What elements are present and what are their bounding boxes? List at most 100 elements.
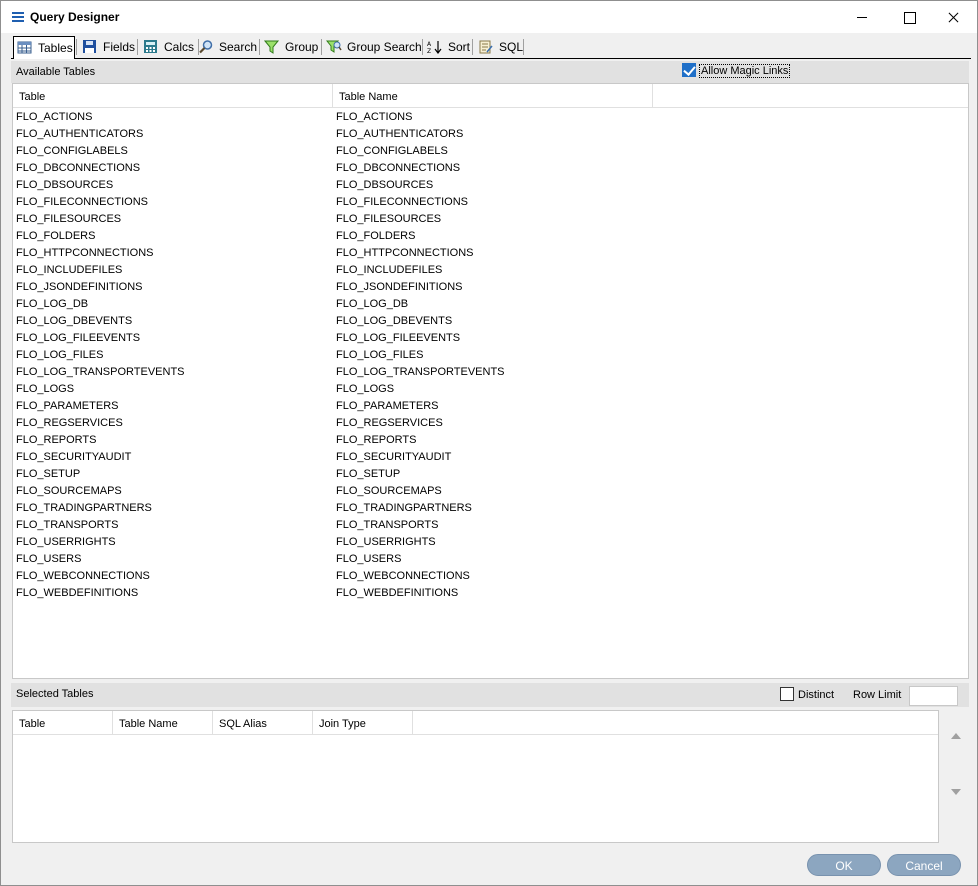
table-cell: FLO_WEBDEFINITIONS — [16, 587, 139, 599]
allow-magic-links-checkbox[interactable] — [682, 63, 696, 77]
tab-calcs-label: Calcs — [164, 40, 195, 54]
tab-tables-label: Tables — [38, 41, 73, 55]
column-header-sql-alias[interactable]: SQL Alias — [213, 711, 313, 735]
table-row[interactable]: FLO_REPORTS FLO_REPORTS — [13, 432, 968, 449]
table-row[interactable]: FLO_DBSOURCES FLO_DBSOURCES — [13, 177, 968, 194]
tab-fields[interactable]: Fields — [79, 36, 137, 58]
save-icon — [82, 40, 98, 54]
table-name-cell: FLO_AUTHENTICATORS — [336, 128, 464, 140]
filter-search-icon — [325, 40, 342, 54]
tab-sort[interactable]: AZ Sort — [424, 36, 476, 58]
table-row[interactable]: FLO_DBCONNECTIONS FLO_DBCONNECTIONS — [13, 160, 968, 177]
table-name-cell: FLO_REPORTS — [336, 434, 417, 446]
calculator-icon — [143, 40, 159, 54]
distinct-label: Distinct — [798, 689, 835, 701]
table-name-cell: FLO_USERS — [336, 553, 402, 565]
table-row[interactable]: FLO_LOG_FILEEVENTS FLO_LOG_FILEEVENTS — [13, 330, 968, 347]
row-limit-input[interactable] — [909, 686, 958, 706]
move-up-icon[interactable] — [951, 733, 961, 739]
table-name-cell: FLO_DBSOURCES — [336, 179, 434, 191]
table-row[interactable]: FLO_PARAMETERS FLO_PARAMETERS — [13, 398, 968, 415]
tab-group-search-label: Group Search — [347, 40, 422, 54]
column-header-table[interactable]: Table — [13, 711, 113, 735]
toolbar-divider — [523, 39, 524, 55]
table-row[interactable]: FLO_LOG_DBEVENTS FLO_LOG_DBEVENTS — [13, 313, 968, 330]
ok-button[interactable]: OK — [807, 854, 881, 876]
table-cell: FLO_LOG_FILEEVENTS — [16, 332, 141, 344]
allow-magic-links-label[interactable]: Allow Magic Links — [699, 64, 791, 78]
sort-az-icon: AZ — [427, 40, 443, 55]
magnifier-icon — [198, 40, 214, 54]
toolbar-divider — [137, 39, 138, 55]
tab-search-label: Search — [219, 40, 258, 54]
table-row[interactable]: FLO_SOURCEMAPS FLO_SOURCEMAPS — [13, 483, 968, 500]
table-row[interactable]: FLO_INCLUDEFILES FLO_INCLUDEFILES — [13, 262, 968, 279]
tab-group-label: Group — [285, 40, 319, 54]
column-header-table-name[interactable]: Table Name — [113, 711, 213, 735]
cancel-button[interactable]: Cancel — [887, 854, 961, 876]
tab-tables[interactable]: Tables — [13, 36, 75, 59]
table-name-cell: FLO_FOLDERS — [336, 230, 416, 242]
table-row[interactable]: FLO_AUTHENTICATORS FLO_AUTHENTICATORS — [13, 126, 968, 143]
window-title: Query Designer — [30, 10, 120, 24]
column-header-table-name[interactable]: Table Name — [333, 84, 653, 108]
table-row[interactable]: FLO_WEBDEFINITIONS FLO_WEBDEFINITIONS — [13, 585, 968, 602]
tab-sql[interactable]: SQL — [475, 36, 523, 58]
table-cell: FLO_CONFIGLABELS — [16, 145, 128, 157]
toolbar-divider — [76, 39, 77, 55]
close-button[interactable] — [931, 1, 977, 33]
move-down-icon[interactable] — [951, 789, 961, 795]
table-row[interactable]: FLO_SETUP FLO_SETUP — [13, 466, 968, 483]
distinct-checkbox[interactable] — [780, 687, 794, 701]
table-icon — [17, 41, 33, 55]
tab-sort-label: Sort — [448, 40, 471, 54]
minimize-button[interactable] — [839, 1, 885, 33]
tab-calcs[interactable]: Calcs — [140, 36, 198, 58]
table-row[interactable]: FLO_FILESOURCES FLO_FILESOURCES — [13, 211, 968, 228]
tab-group-search[interactable]: Group Search — [323, 36, 427, 58]
table-cell: FLO_DBCONNECTIONS — [16, 162, 141, 174]
script-icon — [478, 40, 494, 54]
table-row[interactable]: FLO_LOGS FLO_LOGS — [13, 381, 968, 398]
table-cell: FLO_INCLUDEFILES — [16, 264, 123, 276]
table-cell: FLO_TRANSPORTS — [16, 519, 119, 531]
table-cell: FLO_FOLDERS — [16, 230, 96, 242]
tab-search[interactable]: Search — [195, 36, 259, 58]
table-row[interactable]: FLO_LOG_TRANSPORTEVENTS FLO_LOG_TRANSPORT… — [13, 364, 968, 381]
tab-group[interactable]: Group — [261, 36, 321, 58]
column-header-join-type[interactable]: Join Type — [313, 711, 413, 735]
table-row[interactable]: FLO_JSONDEFINITIONS FLO_JSONDEFINITIONS — [13, 279, 968, 296]
table-row[interactable]: FLO_REGSERVICES FLO_REGSERVICES — [13, 415, 968, 432]
table-row[interactable]: FLO_HTTPCONNECTIONS FLO_HTTPCONNECTIONS — [13, 245, 968, 262]
table-name-cell: FLO_LOG_FILES — [336, 349, 424, 361]
table-name-cell: FLO_INCLUDEFILES — [336, 264, 443, 276]
table-row[interactable]: FLO_TRADINGPARTNERS FLO_TRADINGPARTNERS — [13, 500, 968, 517]
menu-lines-icon[interactable] — [12, 12, 24, 22]
table-row[interactable]: FLO_TRANSPORTS FLO_TRANSPORTS — [13, 517, 968, 534]
table-name-cell: FLO_LOG_DBEVENTS — [336, 315, 453, 327]
table-row[interactable]: FLO_USERS FLO_USERS — [13, 551, 968, 568]
table-row[interactable]: FLO_SECURITYAUDIT FLO_SECURITYAUDIT — [13, 449, 968, 466]
table-row[interactable]: FLO_LOG_DB FLO_LOG_DB — [13, 296, 968, 313]
selected-tables-header: Selected Tables Distinct Row Limit — [11, 683, 969, 707]
table-cell: FLO_HTTPCONNECTIONS — [16, 247, 154, 259]
table-row[interactable]: FLO_USERRIGHTS FLO_USERRIGHTS — [13, 534, 968, 551]
table-name-cell: FLO_FILECONNECTIONS — [336, 196, 469, 208]
table-row[interactable]: FLO_FILECONNECTIONS FLO_FILECONNECTIONS — [13, 194, 968, 211]
table-row[interactable]: FLO_LOG_FILES FLO_LOG_FILES — [13, 347, 968, 364]
query-designer-window: Query Designer Tables Fields Calcs Searc… — [0, 0, 978, 886]
available-tables-grid[interactable]: Table Table Name FLO_ACTIONS FLO_ACTIONS F… — [12, 83, 969, 679]
maximize-button[interactable] — [885, 1, 931, 33]
table-row[interactable]: FLO_ACTIONS FLO_ACTIONS — [13, 109, 968, 126]
column-header-table[interactable]: Table — [13, 84, 333, 108]
table-name-cell: FLO_LOG_FILEEVENTS — [336, 332, 461, 344]
table-name-cell: FLO_PARAMETERS — [336, 400, 439, 412]
table-row[interactable]: FLO_CONFIGLABELS FLO_CONFIGLABELS — [13, 143, 968, 160]
svg-text:A: A — [427, 41, 432, 48]
table-row[interactable]: FLO_WEBCONNECTIONS FLO_WEBCONNECTIONS — [13, 568, 968, 585]
selected-tables-grid[interactable]: Table Table Name SQL Alias Join Type — [12, 710, 939, 843]
toolbar-divider — [472, 39, 473, 55]
table-name-cell: FLO_JSONDEFINITIONS — [336, 281, 463, 293]
table-cell: FLO_TRADINGPARTNERS — [16, 502, 152, 514]
table-row[interactable]: FLO_FOLDERS FLO_FOLDERS — [13, 228, 968, 245]
